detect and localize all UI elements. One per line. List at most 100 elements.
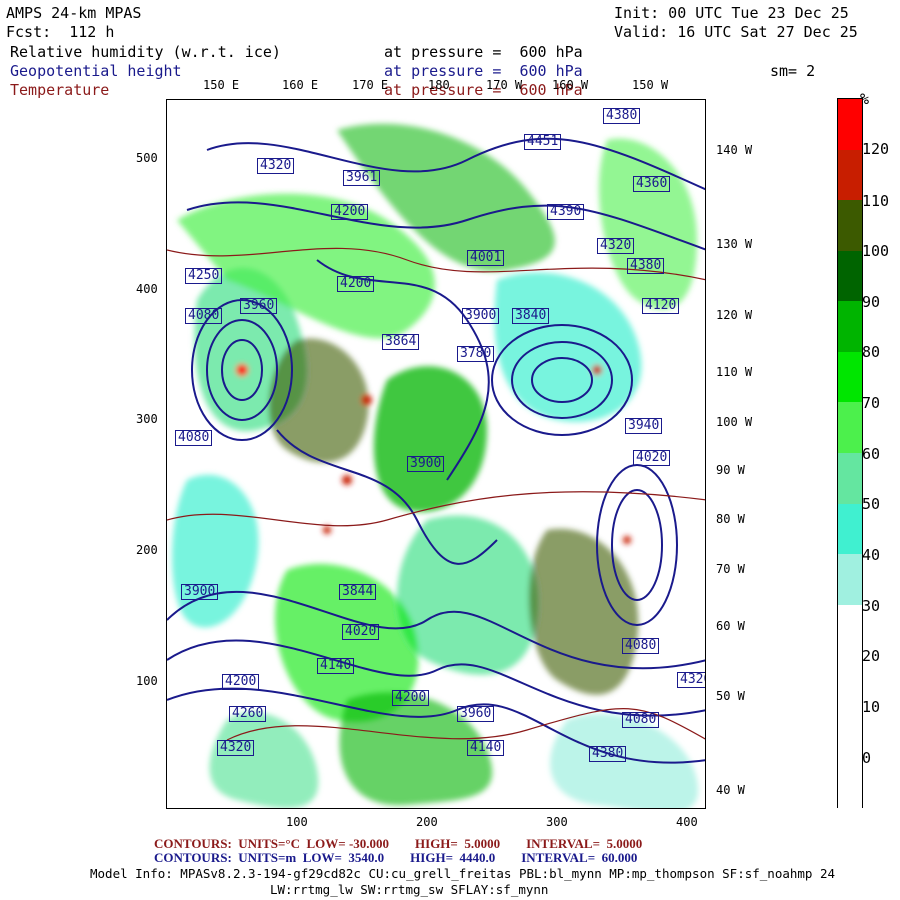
colorbar-segment [838,655,862,707]
colorbar-segment [838,554,862,606]
contour-label: 3960 [457,706,495,722]
contour-label: 4360 [633,176,671,192]
top-lon-label: 170 E [352,78,389,92]
colorbar-label: 40 [862,546,881,564]
colorbar-segment [838,351,862,404]
contour-label: 4020 [342,624,380,640]
contour-label: 3961 [343,170,381,186]
init-time: Init: 00 UTC Tue 23 Dec 25 [614,4,849,22]
colorbar-label: 80 [862,343,881,361]
top-lon-label: 180 [428,78,450,92]
colorbar-label: 10 [862,698,881,716]
x-tick: 200 [416,815,438,829]
contour-label: 3900 [181,584,219,600]
colorbar-segment [838,756,862,808]
contour-label: 4380 [627,258,665,274]
y-tick: 300 [136,412,158,426]
colorbar-label: 100 [862,242,890,260]
right-lon-label: 140 W [716,143,753,157]
contour-label: 4380 [603,108,641,124]
right-lon-label: 70 W [716,562,745,576]
field-rh: Relative humidity (w.r.t. ice) [10,43,281,61]
colorbar [837,98,863,808]
field-temp: Temperature [10,81,110,99]
colorbar-label: 20 [862,647,881,665]
y-tick: 400 [136,282,158,296]
colorbar-segment [838,503,862,556]
colorbar-segment [838,453,862,505]
colorbar-segment [838,705,862,758]
right-lon-label: 130 W [716,237,753,251]
contour-label: 3940 [625,418,663,434]
contour-label: 4260 [229,706,267,722]
x-tick: 300 [546,815,568,829]
colorbar-segment [838,402,862,454]
model-info-2: LW:rrtmg_lw SW:rrtmg_sw SFLAY:sf_mynn [270,882,549,897]
right-lon-label: 120 W [716,308,753,322]
contour-label: 4390 [547,204,585,220]
colorbar-label: 110 [862,192,890,210]
right-lon-label: 40 W [716,783,745,797]
colorbar-segment [838,250,862,303]
contour-label: 4250 [185,268,223,284]
contour-label: 4451 [524,134,562,150]
contour-label: 3844 [339,584,377,600]
top-lon-label: 160 W [552,78,589,92]
valid-time: Valid: 16 UTC Sat 27 Dec 25 [614,23,858,41]
contour-label: 4140 [317,658,355,674]
colorbar-label: 60 [862,445,881,463]
contour-label: 3900 [407,456,445,472]
top-lon-label: 160 E [282,78,319,92]
contour-label: 4200 [331,204,369,220]
right-lon-label: 50 W [716,689,745,703]
contour-label: 4200 [337,276,375,292]
contour-label: 3840 [512,308,550,324]
weather-map: 4451 4380 4320 3961 4360 4200 4390 4320 … [166,99,706,809]
contour-label: 4120 [642,298,680,314]
y-tick: 100 [136,674,158,688]
height-contour-info: CONTOURS: UNITS=m LOW= 3540.0 HIGH= 4440… [154,850,638,865]
colorbar-label: 30 [862,597,881,615]
contour-label: 4080 [185,308,223,324]
contour-label: 4380 [589,746,627,762]
right-lon-label: 60 W [716,619,745,633]
smoothing: sm= 2 [770,62,816,80]
colorbar-label: 120 [862,140,890,158]
right-lon-label: 80 W [716,512,745,526]
contour-label: 4080 [175,430,213,446]
contour-label: 4320 [217,740,255,756]
contour-label: 4320 [257,158,295,174]
colorbar-label: 90 [862,293,881,311]
right-lon-label: 110 W [716,365,753,379]
model-title: AMPS 24-km MPAS [6,4,142,22]
contour-label: 4001 [467,250,505,266]
top-lon-label: 170 W [486,78,523,92]
forecast-hour: Fcst: 112 h [6,23,115,41]
colorbar-segment [838,99,862,151]
top-lon-label: 150 E [203,78,240,92]
contour-label: 4080 [622,638,660,654]
contour-label: 3900 [462,308,500,324]
right-lon-label: 100 W [716,415,753,429]
y-tick: 200 [136,543,158,557]
contour-label: 4200 [392,690,430,706]
map-svg [167,100,705,808]
contour-label: 4320 [597,238,635,254]
colorbar-segment [838,149,862,202]
x-tick: 100 [286,815,308,829]
y-tick: 500 [136,151,158,165]
model-info: Model Info: MPASv8.2.3-194-gf29cd82c CU:… [90,866,836,881]
right-lon-label: 90 W [716,463,745,477]
colorbar-segment [838,200,862,252]
contour-label: 4020 [633,450,671,466]
contour-label: 3864 [382,334,420,350]
contour-label: 4200 [222,674,260,690]
colorbar-segment [838,301,862,353]
level-rh: at pressure = 600 hPa [384,43,583,61]
contour-label: 4140 [467,740,505,756]
contour-label: 3960 [240,298,278,314]
contour-label: 4080 [622,712,660,728]
x-tick: 400 [676,815,698,829]
contour-label: 4320 [677,672,705,688]
field-height: Geopotential height [10,62,182,80]
